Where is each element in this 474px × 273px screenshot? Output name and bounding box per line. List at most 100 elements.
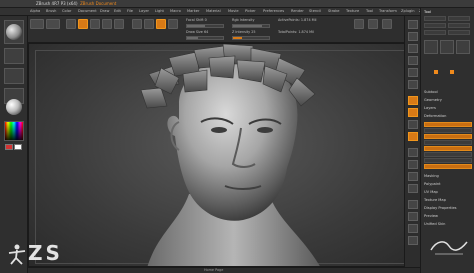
menu-tool[interactable]: Tool — [366, 9, 373, 13]
actual-button[interactable] — [408, 68, 418, 77]
persp-button[interactable] — [354, 19, 364, 29]
menu-file[interactable]: File — [127, 9, 133, 13]
subtool-slot-6[interactable] — [424, 152, 472, 157]
menu-transform[interactable]: Transform — [379, 9, 397, 13]
subtool-slot-3[interactable] — [424, 134, 472, 139]
bottom-bar: Home Page — [28, 267, 420, 273]
tool-thumbnail-2[interactable] — [440, 40, 454, 54]
lightbox-button[interactable] — [46, 19, 60, 29]
frame-button[interactable] — [408, 148, 418, 157]
material-sphere-icon[interactable] — [6, 99, 22, 115]
deformation-header[interactable]: Deformation — [424, 114, 446, 118]
persp-toggle[interactable] — [408, 96, 418, 105]
menu-light[interactable]: Light — [155, 9, 164, 13]
xyz-toggle[interactable] — [408, 132, 418, 141]
zsub-button[interactable] — [168, 19, 178, 29]
geometry-header[interactable]: Geometry — [424, 98, 442, 102]
projection-master-button[interactable] — [30, 19, 44, 29]
subtool-slot-2[interactable] — [424, 128, 472, 133]
unified-skin-header[interactable]: Unified Skin — [424, 222, 445, 226]
menu-texture[interactable]: Texture — [346, 9, 359, 13]
preview-header[interactable]: Preview — [424, 214, 438, 218]
local-toggle[interactable] — [408, 120, 418, 129]
ghost-button[interactable] — [408, 224, 418, 233]
uv-map-header[interactable]: UV Map — [424, 190, 438, 194]
active-points-readout: ActivePoints: 1.874 Mil — [278, 18, 317, 22]
floor-toggle[interactable] — [408, 108, 418, 117]
edit-button[interactable] — [66, 19, 76, 29]
solo-button[interactable] — [408, 236, 418, 245]
scale-button[interactable] — [102, 19, 112, 29]
menu-picker[interactable]: Picker — [245, 9, 256, 13]
menu-movie[interactable]: Movie — [228, 9, 239, 13]
zadd-button[interactable] — [156, 19, 166, 29]
rgb-intensity-label: Rgb Intensity — [232, 18, 255, 22]
paste-tool-button[interactable] — [448, 23, 470, 28]
subtool-header[interactable]: Subtool — [424, 90, 438, 94]
menu-stroke[interactable]: Stroke — [328, 9, 339, 13]
main-color-swatch[interactable] — [5, 144, 13, 150]
subtool-slot-4[interactable] — [424, 140, 472, 145]
menu-preferences[interactable]: Preferences — [263, 9, 284, 13]
tool-thumbnail-1[interactable] — [424, 40, 438, 54]
right-shelf — [404, 16, 420, 267]
color-picker-icon[interactable] — [4, 121, 24, 141]
brush-slot[interactable] — [4, 20, 24, 44]
menu-draw[interactable]: Draw — [100, 9, 109, 13]
secondary-color-swatch[interactable] — [14, 144, 22, 150]
aahalf-button[interactable] — [408, 80, 418, 89]
rgb-button[interactable] — [144, 19, 154, 29]
menu-color[interactable]: Color — [62, 9, 71, 13]
menu-brush[interactable]: Brush — [46, 9, 56, 13]
layers-header[interactable]: Layers — [424, 106, 436, 110]
menu-material[interactable]: Material — [206, 9, 221, 13]
local-button[interactable] — [382, 19, 392, 29]
z-intensity-slider[interactable] — [232, 36, 270, 40]
menu-zplugin[interactable]: Zplugin — [401, 9, 415, 13]
floor-button[interactable] — [368, 19, 378, 29]
scale-view-button[interactable] — [408, 172, 418, 181]
menu-marker[interactable]: Marker — [187, 9, 199, 13]
load-tool-button[interactable] — [424, 16, 446, 21]
display-properties-header[interactable]: Display Properties — [424, 206, 457, 210]
export-button[interactable] — [448, 30, 470, 35]
save-as-button[interactable] — [448, 16, 470, 21]
import-button[interactable] — [424, 30, 446, 35]
spix-button[interactable] — [408, 32, 418, 41]
zoom-button[interactable] — [408, 56, 418, 65]
transp-button[interactable] — [408, 212, 418, 221]
move-view-button[interactable] — [408, 160, 418, 169]
menu-render[interactable]: Render — [291, 9, 304, 13]
polyframe-button[interactable] — [408, 200, 418, 209]
menu-stencil[interactable]: Stencil — [309, 9, 321, 13]
scroll-button[interactable] — [408, 44, 418, 53]
menu-document[interactable]: Document — [78, 9, 97, 13]
rotate-button[interactable] — [114, 19, 124, 29]
canvas-viewport[interactable] — [28, 43, 420, 267]
menu-layer[interactable]: Layer — [139, 9, 149, 13]
home-page-link[interactable]: Home Page — [204, 268, 223, 272]
subtool-slot-7[interactable] — [424, 158, 472, 163]
copy-tool-button[interactable] — [424, 23, 446, 28]
menu-edit[interactable]: Edit — [114, 9, 121, 13]
masking-header[interactable]: Masking — [424, 174, 439, 178]
move-button[interactable] — [90, 19, 100, 29]
logo-text: ZS — [28, 241, 63, 265]
tool-thumbnail-3[interactable] — [456, 40, 470, 54]
subtool-slot-5[interactable] — [424, 146, 472, 151]
subtool-slot-1[interactable] — [424, 122, 472, 127]
menu-macro[interactable]: Macro — [170, 9, 181, 13]
polypaint-header[interactable]: Polypaint — [424, 182, 441, 186]
draw-size-slider[interactable] — [186, 36, 224, 40]
menu-alpha[interactable]: Alpha — [30, 9, 40, 13]
focal-shift-slider[interactable] — [186, 24, 224, 28]
stroke-slot[interactable] — [4, 48, 24, 64]
mrgb-button[interactable] — [132, 19, 142, 29]
subtool-slot-8[interactable] — [424, 164, 472, 169]
texture-map-header[interactable]: Texture Map — [424, 198, 446, 202]
draw-button[interactable] — [78, 19, 88, 29]
alpha-slot[interactable] — [4, 68, 24, 84]
rotate-view-button[interactable] — [408, 184, 418, 193]
rgb-intensity-slider[interactable] — [232, 24, 270, 28]
bpr-button[interactable] — [408, 20, 418, 29]
